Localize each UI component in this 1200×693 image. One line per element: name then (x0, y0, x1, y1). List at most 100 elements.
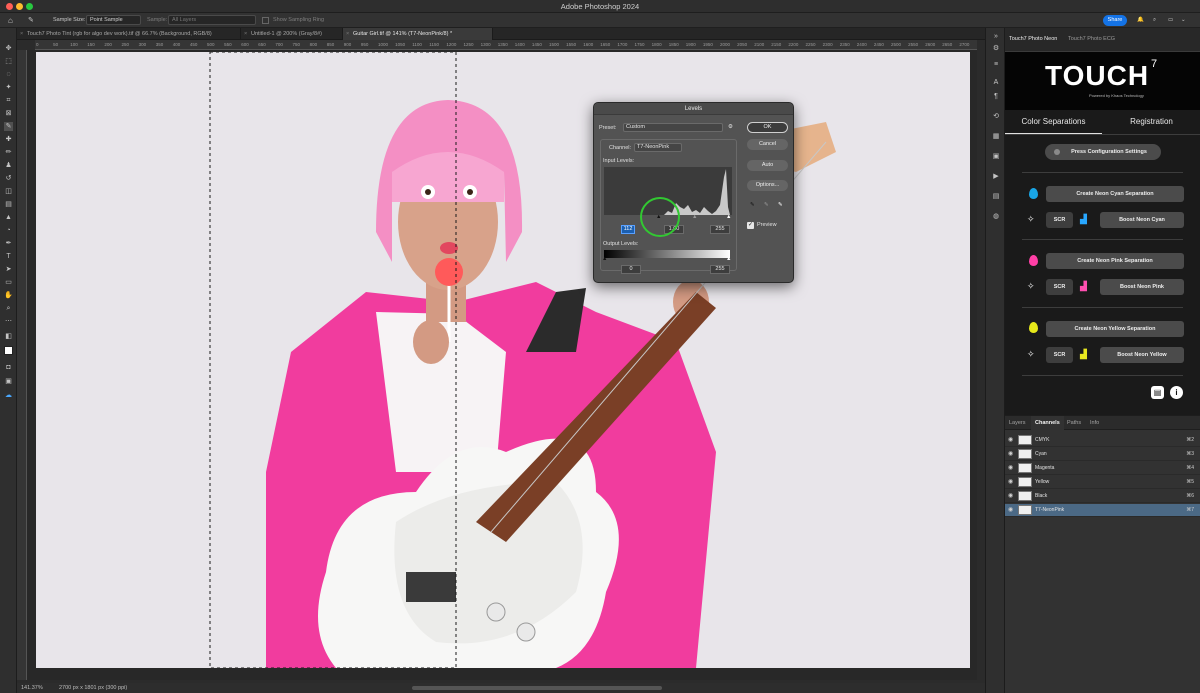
options-button[interactable]: Options... (747, 180, 788, 191)
document-info[interactable]: 2700 px x 1801 px (300 ppi) (59, 683, 127, 693)
dodge-tool-icon[interactable]: ◔ (4, 226, 13, 235)
sampling-ring-checkbox[interactable] (262, 17, 269, 24)
input-white-field[interactable]: 255 (710, 225, 730, 234)
close-tab-icon[interactable]: × (346, 28, 349, 40)
white-input-slider[interactable]: ▲ (726, 214, 731, 220)
input-black-field[interactable]: 112 (621, 225, 635, 234)
paragraph-icon[interactable]: ¶ (991, 92, 1001, 102)
close-tab-icon[interactable]: × (244, 28, 247, 40)
boost-neon-yellow-button[interactable]: Boost Neon Yellow (1100, 347, 1184, 363)
manual-icon[interactable]: ▤ (1151, 386, 1164, 399)
info-icon[interactable]: i (1170, 386, 1183, 399)
cyan-scr-button[interactable]: SCR (1046, 212, 1073, 228)
tab-untitled-1[interactable]: × Untitled-1 @ 200% (Gray/8#) (241, 28, 343, 40)
configuration-settings-button[interactable]: Press Configuration Settings (1045, 144, 1161, 160)
move-tool-icon[interactable]: ✥ (4, 44, 13, 53)
tab-paths[interactable]: Paths (1063, 416, 1085, 430)
zoom-level[interactable]: 141.37% (21, 683, 43, 693)
search-icon[interactable]: ⌕ (1153, 16, 1156, 25)
visibility-eye-icon[interactable]: ◉ (1008, 492, 1013, 499)
pen-tool-icon[interactable]: ✒ (4, 239, 13, 248)
output-black-slider[interactable]: ▲ (602, 256, 607, 262)
tab-layers[interactable]: Layers (1005, 416, 1030, 430)
collapse-panels-icon[interactable]: » (991, 32, 1001, 42)
create-neon-pink-button[interactable]: Create Neon Pink Separation (1046, 253, 1184, 269)
create-neon-cyan-button[interactable]: Create Neon Cyan Separation (1046, 186, 1184, 202)
preview-checkbox[interactable]: ✓ (747, 222, 754, 229)
channel-row-magenta[interactable]: ◉ Magenta ⌘4 (1005, 462, 1200, 475)
tab-channels[interactable]: Channels (1031, 416, 1064, 430)
lasso-tool-icon[interactable]: ◌ (4, 70, 13, 79)
tab-info[interactable]: Info (1086, 416, 1103, 430)
channel-row-t7-neonpink[interactable]: ◉ T7-NeonPink ⌘7 (1005, 504, 1200, 517)
tab-color-separations[interactable]: Color Separations (1005, 110, 1102, 134)
black-eyedropper-icon[interactable]: ✎ (750, 202, 755, 208)
boost-neon-pink-button[interactable]: Boost Neon Pink (1100, 279, 1184, 295)
workspace-dropdown-icon[interactable]: ⌄ (1181, 16, 1186, 25)
horizontal-scrollbar[interactable] (412, 686, 662, 690)
auto-button[interactable]: Auto (747, 160, 788, 171)
tab-guitar-girl[interactable]: × Guitar Girl.tif @ 141% (T7-NeonPink/8)… (343, 28, 493, 40)
channel-row-cyan[interactable]: ◉ Cyan ⌘3 (1005, 448, 1200, 461)
adjustments-icon[interactable]: ≡ (991, 60, 1001, 70)
preset-select[interactable]: Custom (623, 123, 723, 132)
output-white-field[interactable]: 255 (710, 265, 730, 274)
hand-tool-icon[interactable]: ✋ (4, 291, 13, 300)
gamma-input-slider[interactable]: ▲ (692, 214, 697, 220)
white-eyedropper-icon[interactable]: ✎ (778, 202, 783, 208)
libraries-icon[interactable]: ▣ (991, 152, 1001, 162)
play-icon[interactable]: ▶ (991, 172, 1001, 182)
channel-select[interactable]: T7-NeonPink (634, 143, 682, 152)
document-canvas[interactable] (36, 52, 970, 668)
comments-icon[interactable]: ▤ (991, 192, 1001, 202)
bell-icon[interactable]: 🔔 (1137, 16, 1144, 25)
close-tab-icon[interactable]: × (20, 28, 23, 40)
screen-mode-icon[interactable]: ▣ (4, 377, 13, 386)
close-window-dot[interactable] (6, 3, 13, 10)
path-select-icon[interactable]: ➤ (4, 265, 13, 274)
tab-touch7-photo-ecg[interactable]: Touch7 Photo ECG (1068, 36, 1115, 42)
cancel-button[interactable]: Cancel (747, 139, 788, 150)
pink-scr-button[interactable]: SCR (1046, 279, 1073, 295)
history-brush-icon[interactable]: ↺ (4, 174, 13, 183)
clone-stamp-icon[interactable]: ♟ (4, 161, 13, 170)
magic-wand-icon[interactable]: ✧ (1027, 349, 1035, 360)
boost-neon-cyan-button[interactable]: Boost Neon Cyan (1100, 212, 1184, 228)
home-icon[interactable]: ⌂ (8, 16, 13, 25)
magic-wand-icon[interactable]: ✧ (1027, 214, 1035, 225)
sample-size-select[interactable]: Point Sample (86, 15, 141, 25)
eraser-tool-icon[interactable]: ◫ (4, 187, 13, 196)
channel-row-black[interactable]: ◉ Black ⌘6 (1005, 490, 1200, 503)
zoom-tool-icon[interactable]: ⌕ (4, 304, 13, 313)
swatches-icon[interactable]: ▦ (991, 132, 1001, 142)
visibility-eye-icon[interactable]: ◉ (1008, 478, 1013, 485)
default-colors-icon[interactable]: ◧ (4, 332, 13, 341)
output-black-field[interactable]: 0 (621, 265, 641, 274)
shape-tool-icon[interactable]: ▭ (4, 278, 13, 287)
quick-select-tool-icon[interactable]: ✦ (4, 83, 13, 92)
brush-tool-icon[interactable]: ✏ (4, 148, 13, 157)
crop-tool-icon[interactable]: ⌗ (4, 96, 13, 105)
ok-button[interactable]: OK (747, 122, 788, 133)
visibility-eye-icon[interactable]: ◉ (1008, 436, 1013, 443)
visibility-eye-icon[interactable]: ◉ (1008, 464, 1013, 471)
frame-tool-icon[interactable]: ⊠ (4, 109, 13, 118)
eyedropper-icon[interactable]: ✎ (4, 122, 13, 131)
blur-tool-icon[interactable]: ▲ (4, 213, 13, 222)
quick-mask-icon[interactable]: ◘ (4, 363, 13, 372)
visibility-eye-icon[interactable]: ◉ (1008, 506, 1013, 513)
background-color-swatch[interactable] (4, 346, 13, 355)
visibility-eye-icon[interactable]: ◉ (1008, 450, 1013, 457)
healing-brush-icon[interactable]: ✚ (4, 135, 13, 144)
history-icon[interactable]: ⟲ (991, 112, 1001, 122)
output-white-slider[interactable]: ▲ (726, 256, 731, 262)
character-icon[interactable]: A (991, 78, 1001, 88)
preset-options-gear-icon[interactable]: ⚙ (728, 124, 733, 130)
touch7-plugin-icon[interactable]: ◍ (991, 212, 1001, 222)
zoom-window-dot[interactable] (26, 3, 33, 10)
create-neon-yellow-button[interactable]: Create Neon Yellow Separation (1046, 321, 1184, 337)
minimize-window-dot[interactable] (16, 3, 23, 10)
workspace-icon[interactable]: ▭ (1168, 16, 1173, 25)
tab-touch7-photo-tint[interactable]: × Touch7 Photo Tint (rgb for algo dev wo… (17, 28, 241, 40)
type-tool-icon[interactable]: T (4, 252, 13, 261)
